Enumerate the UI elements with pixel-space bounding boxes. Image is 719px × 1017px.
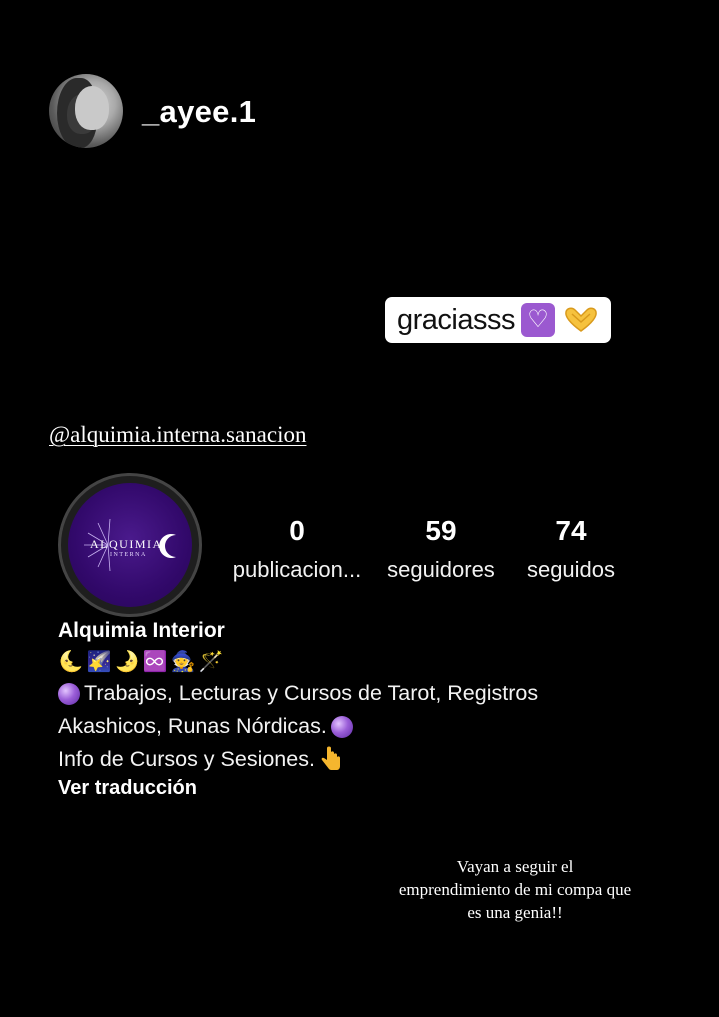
logo-subtext: INTERNA (110, 552, 147, 558)
followers-label: seguidores (387, 557, 495, 582)
purple-heart-icon: ♡ (521, 303, 555, 337)
crystal-ball-icon (58, 682, 80, 705)
moon-face-icon: 🌜 (58, 650, 84, 673)
logo-wordmark: ALQUIMIA (90, 537, 163, 551)
shooting-star-icon: 🌠 (86, 650, 112, 673)
bio-line: Trabajos, Lecturas y Cursos de Tarot, Re… (58, 681, 538, 706)
story-username[interactable]: _ayee.1 (142, 94, 256, 130)
sticker-text: graciasss (397, 303, 516, 336)
bio-text: Trabajos, Lecturas y Cursos de Tarot, Re… (84, 681, 539, 705)
crystal-ball-icon (330, 715, 353, 738)
caption-line: Vayan a seguir el (456, 857, 574, 876)
story-caption: Vayan a seguir el emprendimiento de mi c… (360, 855, 670, 924)
alquimia-logo: ALQUIMIA INTERNA (68, 483, 192, 607)
crescent-moon-face-icon: 🌛 (114, 650, 140, 673)
bio-text: Info de Cursos y Sesiones. (58, 746, 315, 771)
bio-line: Akashicos, Runas Nórdicas. (58, 714, 353, 739)
followers-count: 59 (425, 515, 457, 546)
see-translation-link[interactable]: Ver traducción (58, 777, 197, 800)
profile-display-name: Alquimia Interior (58, 619, 225, 642)
heart-hands-icon (561, 304, 601, 336)
story-user-avatar[interactable] (49, 74, 123, 148)
caption-line: emprendimiento de mi compa que (398, 880, 632, 899)
magic-wand-icon: 🪄 (198, 650, 224, 673)
posts-label: publicacion... (232, 557, 362, 582)
stat-following[interactable]: 74 seguidos (524, 517, 618, 583)
pointing-down-icon (319, 746, 343, 772)
following-count: 74 (555, 515, 587, 546)
bio-emoji-row: 🌜 🌠 🌛 ♾️ 🧙 🪄 (58, 648, 224, 674)
stat-followers[interactable]: 59 seguidores (378, 517, 504, 583)
profile-avatar[interactable]: ALQUIMIA INTERNA (58, 473, 202, 617)
bio-text: Akashicos, Runas Nórdicas. (58, 714, 327, 738)
infinity-icon: ♾️ (142, 650, 168, 673)
following-label: seguidos (526, 557, 616, 582)
account-mention-link[interactable]: @alquimia.interna.sanacion (49, 422, 306, 448)
avatar-face (75, 86, 109, 130)
caption-line: es una genia!! (467, 903, 563, 922)
stat-posts[interactable]: 0 publicacion... (228, 517, 366, 583)
mage-icon: 🧙 (170, 650, 196, 673)
posts-count: 0 (289, 515, 305, 546)
text-sticker: graciasss ♡ (385, 297, 611, 343)
bio-line: Info de Cursos y Sesiones. (58, 746, 343, 772)
